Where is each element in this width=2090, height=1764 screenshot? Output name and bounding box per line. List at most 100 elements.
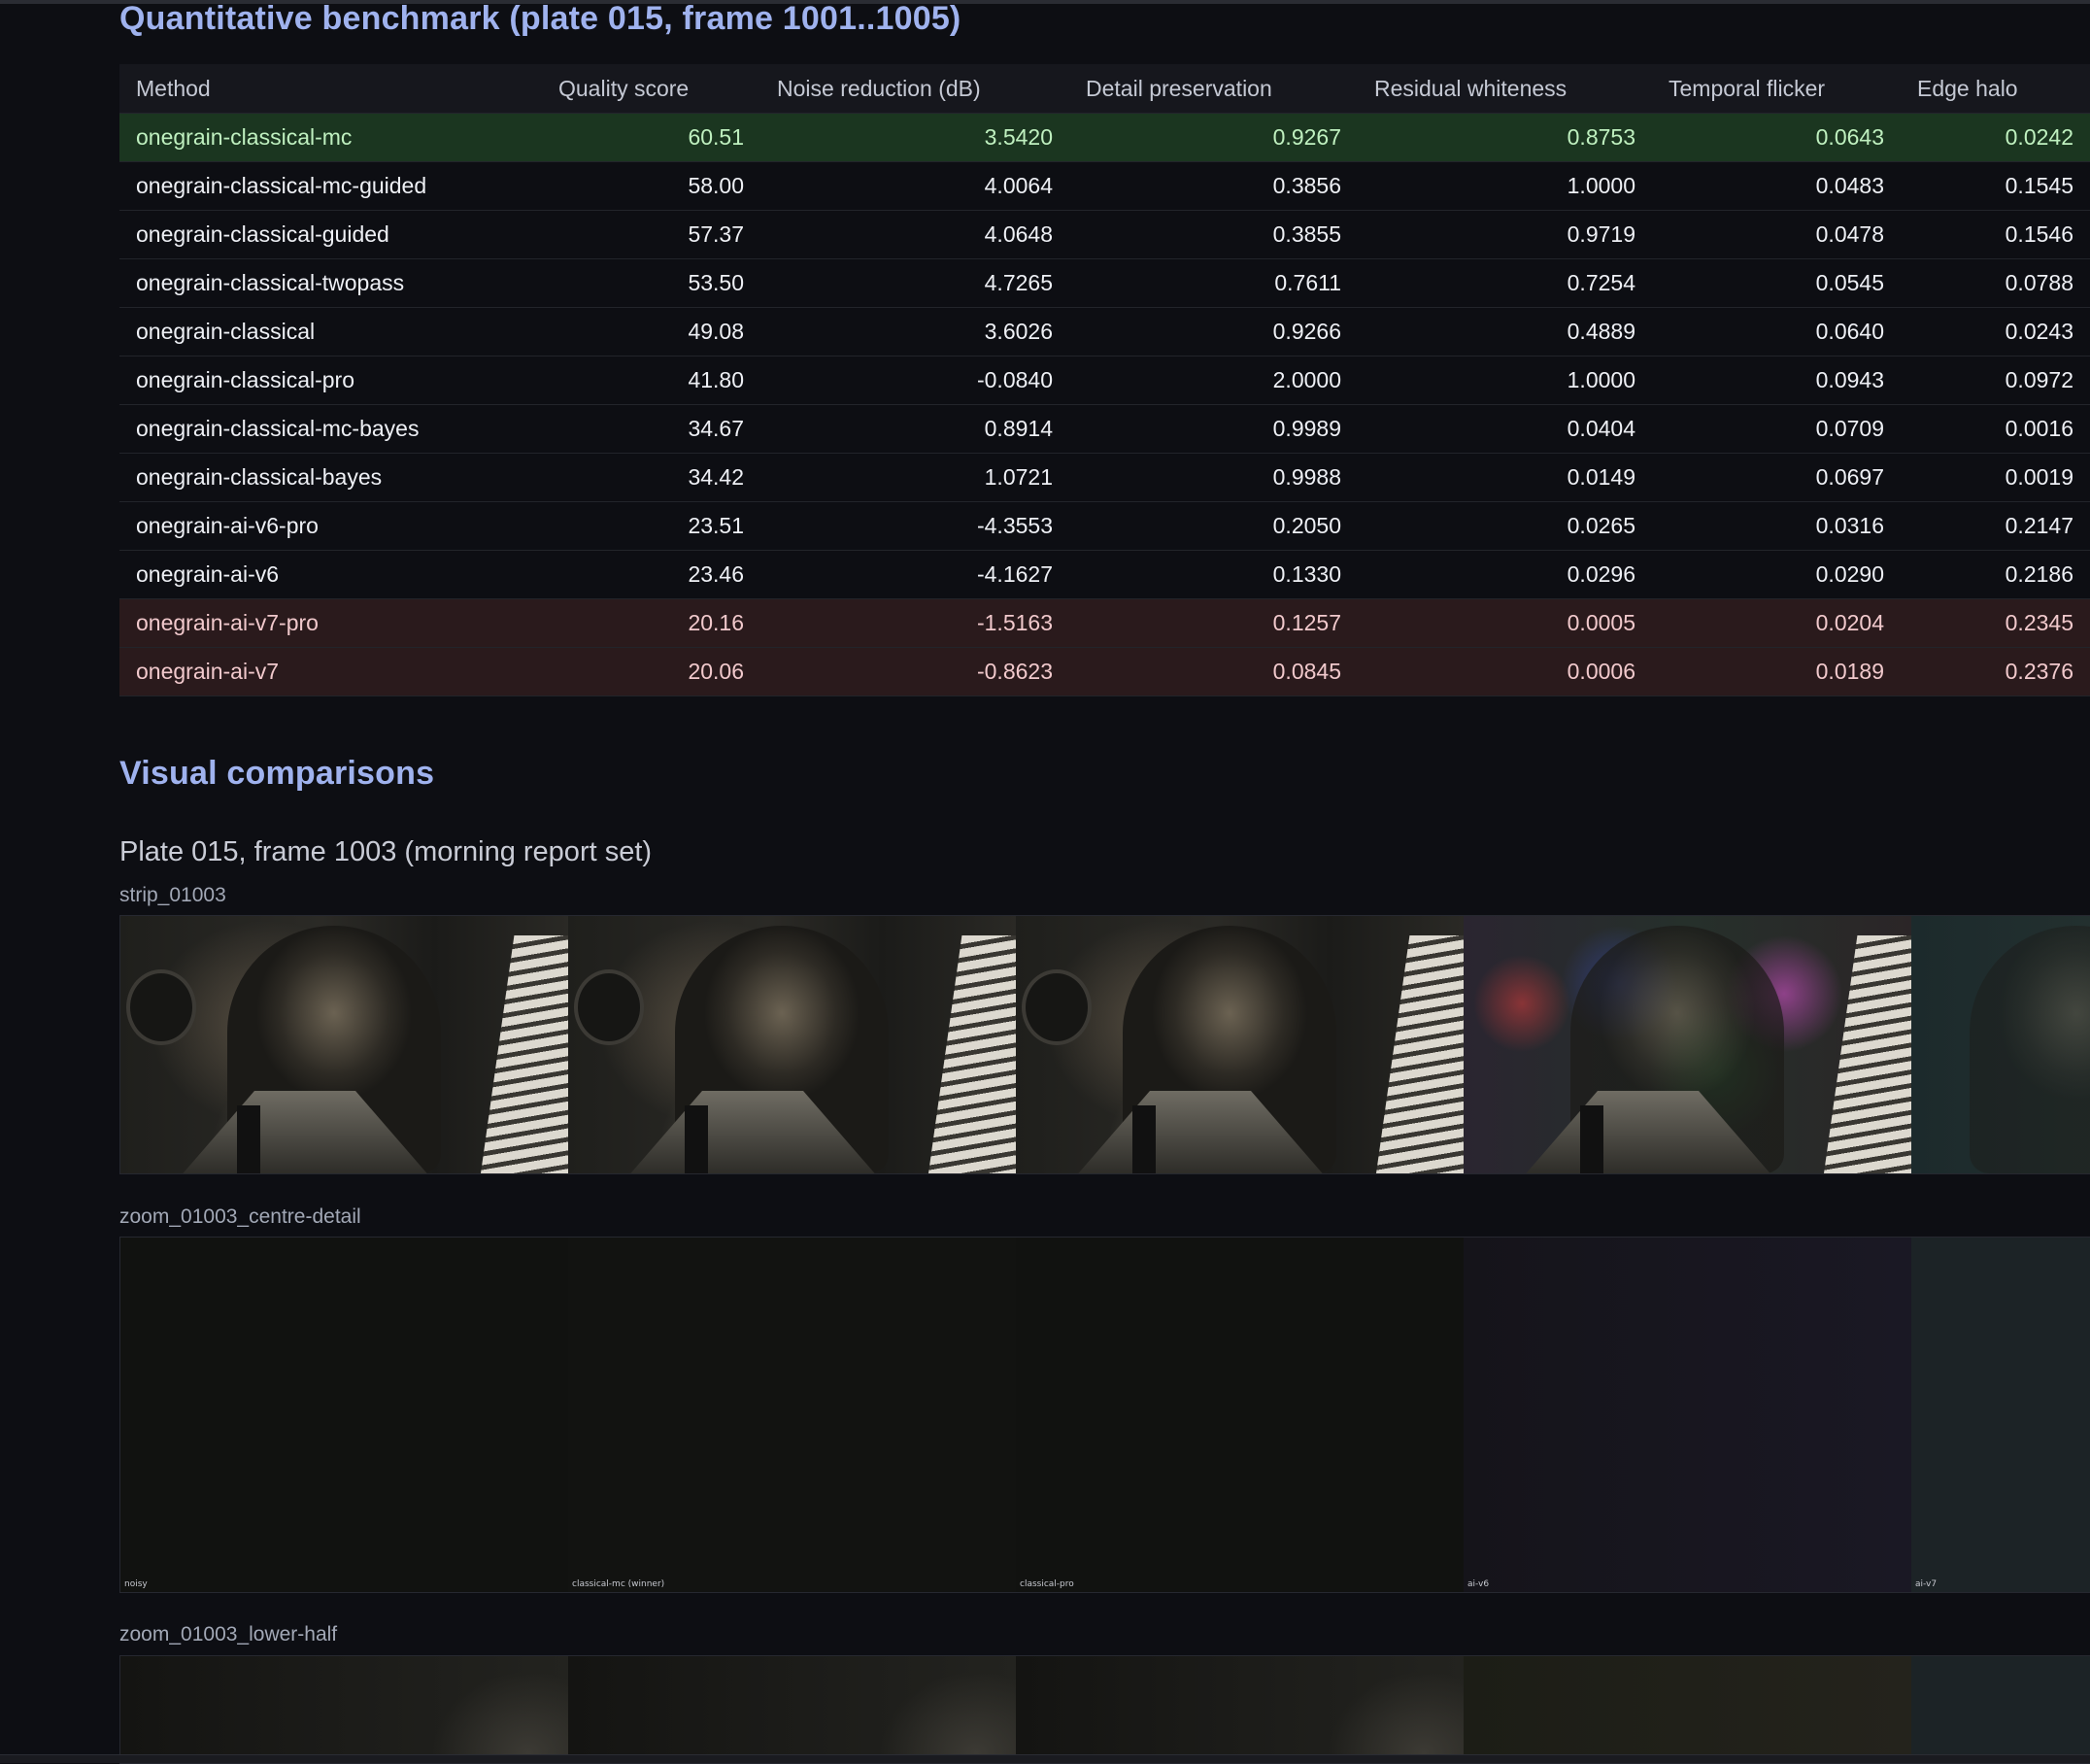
cell-residual-whiteness: 0.0265: [1358, 501, 1652, 551]
zoom-centre-label: zoom_01003_centre-detail: [119, 1205, 361, 1228]
col-header-detail-preservation[interactable]: Detail preservation: [1069, 64, 1358, 114]
tie-shape: [237, 1105, 260, 1173]
cell-edge-halo: 0.2147: [1901, 501, 2090, 551]
col-header-residual-whiteness[interactable]: Residual whiteness: [1358, 64, 1652, 114]
table-row[interactable]: onegrain-classical-bayes 34.42 1.0721 0.998…: [119, 453, 2090, 502]
cell-method: onegrain-classical-bayes: [119, 453, 542, 502]
table-row[interactable]: onegrain-classical-mc-bayes 34.67 0.8914 0.…: [119, 404, 2090, 454]
cell-method: onegrain-classical-mc: [119, 113, 542, 162]
cell-temporal-flicker: 0.0483: [1652, 161, 1901, 211]
cell-edge-halo: 0.0788: [1901, 258, 2090, 308]
cell-quality-score: 49.08: [542, 307, 760, 356]
table-row[interactable]: onegrain-classical-mc-guided 58.00 4.0064 0…: [119, 161, 2090, 211]
zoom2-panel-classical-mc: [568, 1656, 1016, 1763]
table-row[interactable]: onegrain-ai-v7 20.06 -0.8623 0.0845 0.0006 0.…: [119, 647, 2090, 696]
zoom2-panel-noisy: [120, 1656, 568, 1763]
zoom-caption: classical-mc (winner): [572, 1579, 665, 1589]
zoom-caption: ai-v6: [1467, 1579, 1490, 1589]
cell-method: onegrain-classical-mc-bayes: [119, 404, 542, 454]
cell-method: onegrain-classical: [119, 307, 542, 356]
cell-quality-score: 57.37: [542, 210, 760, 259]
strip-panel-ai-v7: [1911, 916, 2090, 1173]
table-row[interactable]: onegrain-ai-v7-pro 20.16 -1.5163 0.1257 0.00…: [119, 598, 2090, 648]
cell-temporal-flicker: 0.0290: [1652, 550, 1901, 599]
cell-edge-halo: 0.2345: [1901, 598, 2090, 648]
zoom-centre-detail[interactable]: noisy classical-mc (winner) classical-pr…: [119, 1237, 2090, 1593]
table-row[interactable]: onegrain-classical-mc 60.51 3.5420 0.9267 0.…: [119, 113, 2090, 162]
cell-residual-whiteness: 0.0006: [1358, 647, 1652, 696]
col-header-noise-reduction[interactable]: Noise reduction (dB): [760, 64, 1069, 114]
cell-noise-reduction: 3.6026: [760, 307, 1069, 356]
zoom-panel-classical-pro: classical-pro: [1016, 1238, 1464, 1592]
zoom-caption: noisy: [124, 1579, 148, 1589]
cell-temporal-flicker: 0.0189: [1652, 647, 1901, 696]
col-header-method[interactable]: Method: [119, 64, 542, 114]
cell-residual-whiteness: 0.4889: [1358, 307, 1652, 356]
cell-temporal-flicker: 0.0709: [1652, 404, 1901, 454]
cell-quality-score: 34.42: [542, 453, 760, 502]
cell-quality-score: 34.67: [542, 404, 760, 454]
cell-detail-preservation: 0.2050: [1069, 501, 1358, 551]
zoom-panel-classical-mc: classical-mc (winner): [568, 1238, 1016, 1592]
col-header-quality-score[interactable]: Quality score: [542, 64, 760, 114]
cell-noise-reduction: -1.5163: [760, 598, 1069, 648]
strip-panel-noisy: [120, 916, 568, 1173]
cell-noise-reduction: 4.0648: [760, 210, 1069, 259]
cell-edge-halo: 0.0019: [1901, 453, 2090, 502]
cell-residual-whiteness: 0.0404: [1358, 404, 1652, 454]
cell-detail-preservation: 0.3855: [1069, 210, 1358, 259]
cell-quality-score: 20.16: [542, 598, 760, 648]
table-row[interactable]: onegrain-ai-v6 23.46 -4.1627 0.1330 0.0296 0.…: [119, 550, 2090, 599]
clock-shape: [1022, 969, 1092, 1045]
cell-detail-preservation: 0.0845: [1069, 647, 1358, 696]
cell-method: onegrain-ai-v6-pro: [119, 501, 542, 551]
cell-quality-score: 20.06: [542, 647, 760, 696]
cell-residual-whiteness: 1.0000: [1358, 356, 1652, 405]
cell-temporal-flicker: 0.0643: [1652, 113, 1901, 162]
cell-method: onegrain-ai-v6: [119, 550, 542, 599]
comparison-strip[interactable]: [119, 915, 2090, 1174]
strip-label: strip_01003: [119, 884, 226, 906]
cell-residual-whiteness: 1.0000: [1358, 161, 1652, 211]
table-row[interactable]: onegrain-ai-v6-pro 23.51 -4.3553 0.2050 0.02…: [119, 501, 2090, 551]
cell-method: onegrain-ai-v7-pro: [119, 598, 542, 648]
table-row[interactable]: onegrain-classical-twopass 53.50 4.7265 0.7…: [119, 258, 2090, 308]
table-row[interactable]: onegrain-classical-pro 41.80 -0.0840 2.0000…: [119, 356, 2090, 405]
cell-residual-whiteness: 0.9719: [1358, 210, 1652, 259]
table-header-row: Method Quality score Noise reduction (dB…: [119, 64, 2090, 114]
cell-detail-preservation: 0.9266: [1069, 307, 1358, 356]
tie-shape: [1580, 1105, 1603, 1173]
cell-quality-score: 23.51: [542, 501, 760, 551]
benchmark-body: onegrain-classical-mc 60.51 3.5420 0.9267 0.…: [119, 113, 2090, 696]
cell-method: onegrain-classical-pro: [119, 356, 542, 405]
cell-detail-preservation: 0.1330: [1069, 550, 1358, 599]
cell-detail-preservation: 0.1257: [1069, 598, 1358, 648]
col-header-temporal-flicker[interactable]: Temporal flicker: [1652, 64, 1901, 114]
cell-noise-reduction: -4.3553: [760, 501, 1069, 551]
cell-edge-halo: 0.1546: [1901, 210, 2090, 259]
cell-residual-whiteness: 0.8753: [1358, 113, 1652, 162]
cell-edge-halo: 0.0016: [1901, 404, 2090, 454]
cell-noise-reduction: -4.1627: [760, 550, 1069, 599]
benchmark-table: Method Quality score Noise reduction (dB…: [119, 64, 2090, 696]
table-row[interactable]: onegrain-classical 49.08 3.6026 0.9266 0.488…: [119, 307, 2090, 356]
cell-residual-whiteness: 0.0005: [1358, 598, 1652, 648]
cell-quality-score: 41.80: [542, 356, 760, 405]
col-header-edge-halo[interactable]: Edge halo: [1901, 64, 2090, 114]
zoom2-panel-ai-v7: [1911, 1656, 2090, 1763]
cell-temporal-flicker: 0.0640: [1652, 307, 1901, 356]
cell-noise-reduction: 0.8914: [760, 404, 1069, 454]
cell-temporal-flicker: 0.0697: [1652, 453, 1901, 502]
zoom-lower-label: zoom_01003_lower-half: [119, 1623, 338, 1645]
cell-method: onegrain-ai-v7: [119, 647, 542, 696]
cell-quality-score: 23.46: [542, 550, 760, 599]
cell-detail-preservation: 0.9989: [1069, 404, 1358, 454]
cell-temporal-flicker: 0.0204: [1652, 598, 1901, 648]
strip-panel-ai-v6: [1464, 916, 1911, 1173]
cell-temporal-flicker: 0.0943: [1652, 356, 1901, 405]
window-blinds: [481, 935, 568, 1173]
zoom-lower-half[interactable]: [119, 1655, 2090, 1764]
cell-temporal-flicker: 0.0478: [1652, 210, 1901, 259]
cell-residual-whiteness: 0.0149: [1358, 453, 1652, 502]
table-row[interactable]: onegrain-classical-guided 57.37 4.0648 0.38…: [119, 210, 2090, 259]
